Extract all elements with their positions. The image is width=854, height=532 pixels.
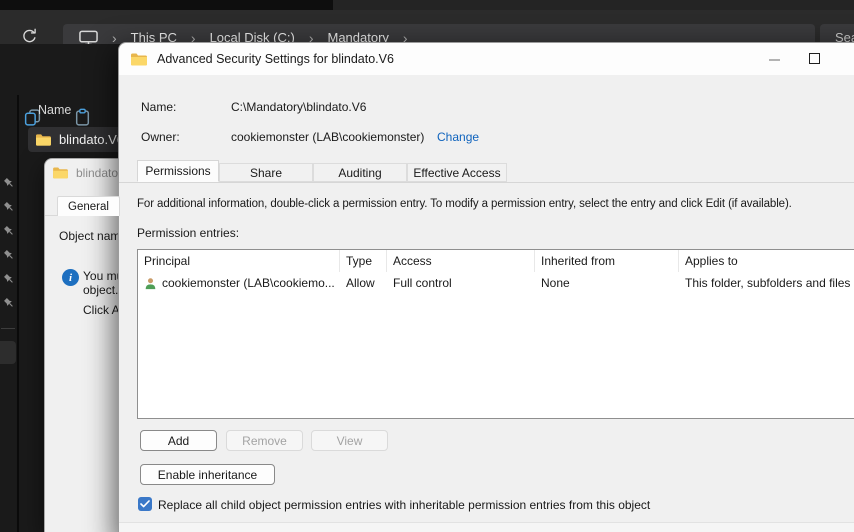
pin-icon[interactable]: [3, 248, 15, 260]
permission-entries-table[interactable]: Principal Type Access Inherited from App…: [137, 249, 854, 419]
pin-icon[interactable]: [3, 296, 15, 308]
pin-icon[interactable]: [3, 200, 15, 212]
column-header-applies-to[interactable]: Applies to: [679, 250, 854, 272]
refresh-icon: [22, 28, 36, 42]
screen: › This PC › Local Disk (C:) › Mandatory …: [0, 0, 854, 532]
name-value: C:\Mandatory\blindato.V6: [231, 100, 367, 114]
tab-general[interactable]: General: [57, 196, 120, 216]
cell-access: Full control: [393, 276, 452, 290]
checkmark-icon: [140, 500, 150, 508]
column-header-inherited-from[interactable]: Inherited from: [535, 250, 679, 272]
name-column-header[interactable]: Name: [38, 103, 71, 117]
cell-principal: cookiemonster (LAB\cookiemo...: [162, 276, 335, 290]
breadcrumb-chevron-icon: ›: [112, 30, 117, 46]
table-header-row: Principal Type Access Inherited from App…: [138, 250, 854, 272]
tab-auditing[interactable]: Auditing: [313, 163, 407, 182]
column-header-type[interactable]: Type: [340, 250, 387, 272]
cell-inherited-from: None: [541, 276, 570, 290]
pin-icon[interactable]: [3, 224, 15, 236]
dialog-footer: [119, 522, 854, 532]
explorer-address-bar: › This PC › Local Disk (C:) › Mandatory …: [0, 10, 854, 51]
column-header-principal[interactable]: Principal: [138, 250, 340, 272]
nav-pane-divider[interactable]: [17, 95, 19, 532]
name-label: Name:: [141, 100, 177, 114]
pin-icon[interactable]: [3, 272, 15, 284]
enable-inheritance-button[interactable]: Enable inheritance: [140, 464, 275, 485]
view-button[interactable]: View: [311, 430, 388, 451]
folder-icon: [131, 53, 147, 65]
folder-icon: [53, 166, 68, 179]
table-row[interactable]: cookiemonster (LAB\cookiemo... Allow Ful…: [138, 272, 854, 294]
dialog-title: Advanced Security Settings for blindato.…: [157, 52, 394, 66]
dialog-title-bar[interactable]: Advanced Security Settings for blindato.…: [119, 43, 854, 75]
replace-child-permissions-checkbox[interactable]: [138, 497, 152, 511]
info-text-line2: object.: [83, 283, 119, 297]
folder-row-selected[interactable]: blindato.V6: [28, 127, 124, 152]
minimize-icon: [769, 59, 780, 61]
nav-rail-divider: [1, 328, 15, 329]
advanced-security-settings-dialog: Advanced Security Settings for blindato.…: [118, 42, 854, 532]
folder-name: blindato.V6: [58, 132, 124, 147]
pin-icon[interactable]: [3, 176, 15, 188]
instruction-text: For additional information, double-click…: [137, 198, 792, 210]
tab-permissions[interactable]: Permissions: [137, 160, 219, 182]
owner-value: cookiemonster (LAB\cookiemonster): [231, 130, 425, 144]
object-name-label: Object name: [59, 229, 128, 243]
permission-entries-label: Permission entries:: [137, 226, 240, 240]
cell-type: Allow: [346, 276, 375, 290]
paste-icon: [75, 108, 89, 126]
change-owner-link[interactable]: Change: [437, 130, 479, 144]
tab-effective-access[interactable]: Effective Access: [407, 163, 507, 182]
replace-child-permissions-label: Replace all child object permission entr…: [158, 498, 651, 512]
folder-icon: [36, 133, 51, 146]
nav-rail-selected-item[interactable]: [0, 341, 16, 364]
add-button[interactable]: Add: [140, 430, 217, 451]
remove-button[interactable]: Remove: [226, 430, 303, 451]
paste-button[interactable]: [72, 107, 92, 127]
column-header-access[interactable]: Access: [387, 250, 535, 272]
owner-label: Owner:: [141, 130, 180, 144]
dialog-tab-strip: Permissions Share Auditing Effective Acc…: [119, 160, 854, 183]
cell-applies-to: This folder, subfolders and files: [685, 276, 851, 290]
tab-share[interactable]: Share: [219, 163, 313, 182]
info-icon: i: [62, 269, 79, 286]
maximize-button[interactable]: [809, 53, 820, 64]
explorer-top-strip-edge: [333, 0, 854, 10]
user-icon: [145, 277, 156, 289]
